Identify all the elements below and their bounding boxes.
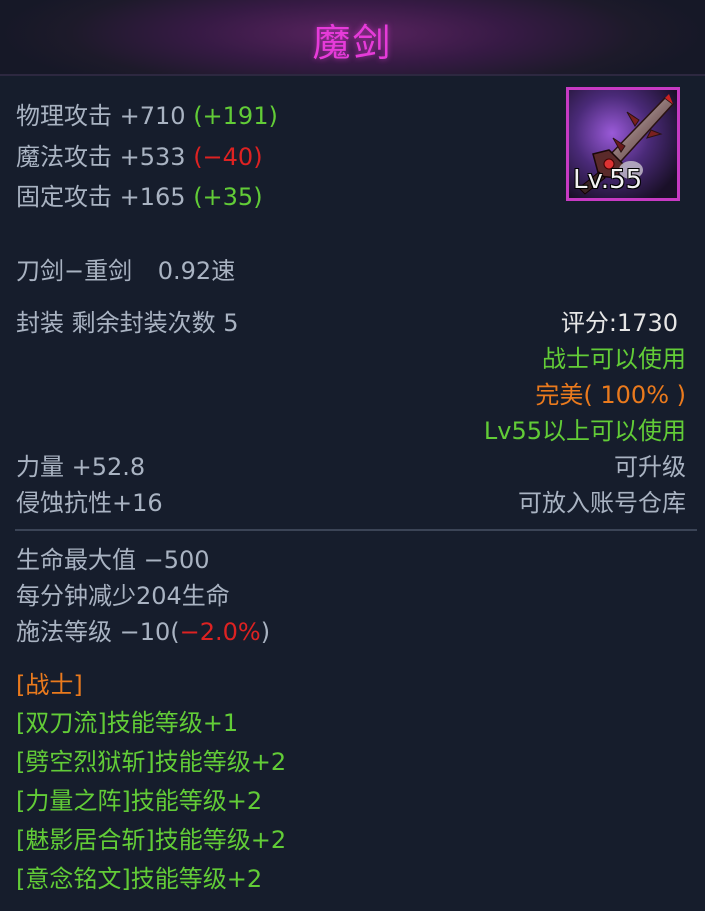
seal-info: 封装 剩余封装次数 5 — [16, 309, 239, 337]
magic-attack-label: 魔法攻击 +533 — [16, 143, 186, 171]
magic-attack-bonus: (−40) — [193, 143, 263, 171]
weapon-type-row: 刀剑−重剑 0.92速 — [16, 256, 235, 286]
skill-line: [劈空烈狱斩]技能等级+2 — [16, 748, 287, 776]
magic-attack-row: 魔法攻击 +533 (−40) — [16, 142, 263, 172]
physical-attack-label: 物理攻击 +710 — [16, 102, 186, 130]
physical-attack-bonus: (+191) — [193, 102, 278, 130]
demon-sword-icon[interactable]: Lv.55 — [566, 87, 680, 201]
quality: 完美( 100% ) — [535, 381, 686, 409]
class-tag: [战士] — [16, 671, 83, 699]
item-tooltip: 魔剑 物理攻击 +710 (+191) 魔法攻击 +533 (−40) 固定攻击… — [0, 0, 705, 911]
cast-level-percent: −2.0% — [179, 618, 261, 646]
cast-level-row: 施法等级 −10(−2.0%) — [16, 617, 270, 647]
skill-line: [魅影居合斩]技能等级+2 — [16, 826, 287, 854]
skill-line: [双刀流]技能等级+1 — [16, 709, 239, 737]
fixed-attack-bonus: (+35) — [193, 183, 263, 211]
level-requirement: Lv55以上可以使用 — [483, 417, 686, 445]
physical-attack-row: 物理攻击 +710 (+191) — [16, 101, 278, 131]
cast-level-close: ) — [260, 618, 271, 646]
item-score: 评分:1730 — [560, 309, 678, 337]
skill-line: [力量之阵]技能等级+2 — [16, 787, 263, 815]
fixed-attack-row: 固定攻击 +165 (+35) — [16, 182, 263, 212]
hp-drain: 每分钟减少204生命 — [16, 582, 230, 610]
weapon-type: 刀剑−重剑 — [16, 257, 133, 285]
weapon-speed: 0.92速 — [157, 257, 236, 285]
strength-stat: 力量 +52.8 — [16, 453, 146, 481]
corrosion-resistance: 侵蚀抗性+16 — [16, 489, 163, 517]
item-name: 魔剑 — [312, 21, 393, 65]
account-storage: 可放入账号仓库 — [518, 489, 686, 517]
cast-level: 施法等级 −10( — [16, 618, 180, 646]
divider — [15, 529, 697, 531]
skill-line: [意念铭文]技能等级+2 — [16, 865, 263, 893]
fixed-attack-label: 固定攻击 +165 — [16, 183, 186, 211]
class-usable: 战士可以使用 — [542, 345, 686, 373]
tooltip-header: 魔剑 — [0, 0, 705, 76]
hp-max: 生命最大值 −500 — [16, 546, 210, 574]
upgradable: 可升级 — [614, 453, 686, 481]
item-level-badge: Lv.55 — [573, 165, 643, 195]
